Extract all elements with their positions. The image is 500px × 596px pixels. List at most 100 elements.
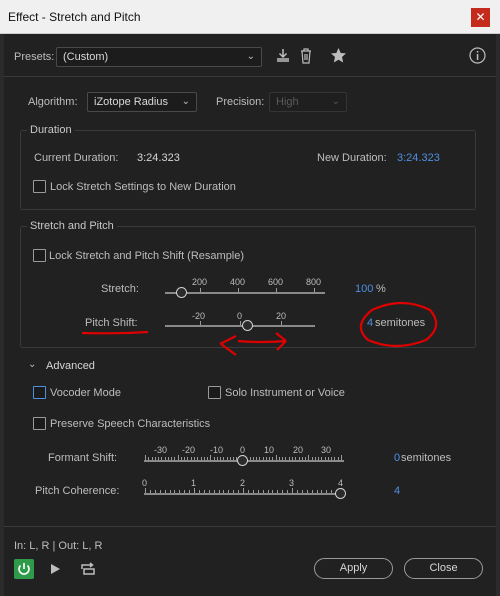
apply-button[interactable]: Apply: [314, 558, 393, 579]
tick: [331, 490, 333, 493]
formant-shift-label: Formant Shift:: [48, 452, 118, 464]
coherence-slider-track[interactable]: [144, 493, 344, 495]
circle-annotation: [359, 301, 438, 348]
tick-label: 2: [240, 478, 246, 488]
tick: [210, 455, 212, 460]
play-icon[interactable]: [49, 563, 61, 578]
tick: [158, 457, 160, 460]
formant-slider-thumb[interactable]: [237, 455, 248, 466]
tick: [292, 488, 293, 493]
tick: [249, 457, 251, 460]
close-button[interactable]: Close: [404, 558, 483, 579]
vocoder-label: Vocoder Mode: [50, 387, 121, 399]
tick: [278, 457, 280, 460]
preserve-speech-label: Preserve Speech Characteristics: [50, 418, 211, 430]
solo-checkbox[interactable]: [208, 386, 221, 399]
tick-label: 10: [264, 445, 275, 455]
tick: [321, 490, 323, 493]
preserve-speech-checkbox[interactable]: [33, 417, 46, 430]
coherence-value[interactable]: 4: [394, 485, 400, 497]
tick: [316, 490, 318, 493]
tick: [200, 457, 202, 460]
tick: [190, 457, 192, 460]
vocoder-checkbox[interactable]: [33, 386, 46, 399]
tick: [296, 490, 298, 493]
tick: [167, 457, 169, 460]
tick: [145, 455, 146, 460]
tick: [213, 490, 215, 493]
formant-unit: semitones: [401, 452, 452, 464]
tick: [179, 490, 181, 493]
io-label: In: L, R | Out: L, R: [14, 540, 103, 552]
tick: [169, 490, 171, 493]
coherence-slider-thumb[interactable]: [335, 488, 346, 499]
tick: [288, 457, 290, 460]
tick: [187, 457, 189, 460]
tick: [213, 457, 215, 460]
tick: [262, 490, 264, 493]
tick: [207, 457, 209, 460]
advanced-title[interactable]: Advanced: [46, 360, 95, 372]
tick: [308, 455, 310, 460]
tick: [311, 490, 313, 493]
tick: [233, 490, 235, 493]
tick: [238, 490, 240, 493]
tick: [324, 457, 326, 460]
tick: [164, 457, 166, 460]
tick: [295, 457, 297, 460]
power-icon[interactable]: [14, 559, 34, 582]
tick: [277, 490, 279, 493]
tick: [298, 457, 300, 460]
tick: [318, 457, 320, 460]
tick: [164, 490, 166, 493]
tick: [314, 457, 316, 460]
tick: [184, 490, 186, 493]
tick: [229, 457, 231, 460]
tick-label: 30: [321, 445, 332, 455]
tick: [267, 490, 269, 493]
tick-label: 4: [338, 478, 344, 488]
loop-icon[interactable]: [80, 561, 96, 579]
tick: [151, 457, 153, 460]
tick: [203, 490, 205, 493]
tick: [282, 490, 284, 493]
tick: [305, 457, 307, 460]
pitch-coherence-label: Pitch Coherence:: [35, 485, 120, 497]
tick-label: -10: [210, 445, 224, 455]
tick: [226, 457, 228, 460]
tick: [259, 457, 261, 460]
tick: [265, 457, 267, 460]
tick: [285, 457, 287, 460]
chevron-down-icon[interactable]: ⌄: [28, 359, 36, 370]
tick: [331, 457, 333, 460]
tick: [218, 490, 220, 493]
annotation-overlay: [81, 301, 438, 356]
tick: [194, 457, 195, 460]
divider: [4, 526, 496, 527]
tick: [252, 457, 254, 460]
tick-label: -30: [154, 445, 168, 455]
tick: [149, 490, 151, 493]
tick: [272, 490, 274, 493]
tick: [311, 457, 313, 460]
underline-annotation: [81, 330, 149, 335]
tick: [252, 490, 254, 493]
tick: [306, 490, 308, 493]
tick: [326, 490, 328, 493]
tick: [275, 455, 277, 460]
tick: [287, 490, 289, 493]
tick: [341, 455, 342, 460]
tick: [154, 457, 156, 460]
formant-value[interactable]: 0: [394, 452, 400, 464]
tick-label: 0: [142, 478, 148, 488]
tick: [194, 488, 195, 493]
tick: [203, 457, 205, 460]
tick: [327, 457, 329, 460]
tick: [174, 490, 176, 493]
tick: [184, 457, 186, 460]
tick: [256, 457, 258, 460]
tick-label: 20: [293, 445, 304, 455]
tick: [272, 457, 274, 460]
tick: [233, 457, 235, 460]
tick: [180, 457, 182, 460]
